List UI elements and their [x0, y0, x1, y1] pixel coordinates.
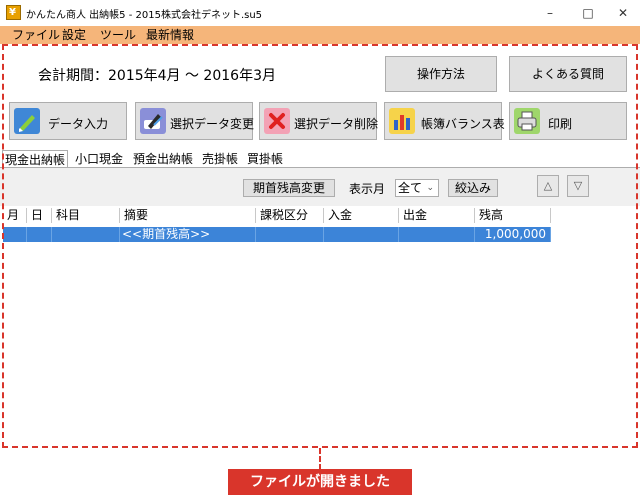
bar-chart-icon — [389, 108, 415, 134]
maximize-button[interactable]: □ — [568, 0, 608, 26]
tab-cash-book[interactable]: 現金出納帳 — [2, 150, 69, 168]
header-month[interactable]: 月 — [3, 208, 27, 223]
ledger-tabs: 現金出納帳 小口現金 預金出納帳 売掛帳 買掛帳 — [0, 148, 640, 168]
delete-x-icon — [264, 108, 290, 134]
edit-selected-label: 選択データ変更 — [170, 117, 255, 131]
delete-selected-button[interactable]: 選択データ削除 — [259, 102, 379, 140]
tab-deposit-book[interactable]: 預金出納帳 — [133, 150, 193, 168]
header-deposit[interactable]: 入金 — [324, 208, 399, 223]
cell-tax-category — [256, 227, 324, 242]
menu-bar: ファイル 設定 ツール 最新情報 — [0, 26, 640, 44]
caption-connector — [319, 448, 321, 470]
month-select[interactable]: 全て ⌄ — [395, 179, 439, 197]
data-entry-button[interactable]: データ入力 — [9, 102, 127, 140]
edit-data-icon — [140, 108, 166, 134]
close-button[interactable]: ✕ — [603, 0, 640, 26]
caption-label: ファイルが開きました — [228, 469, 412, 495]
display-month-label: 表示月 — [349, 182, 386, 196]
cell-deposit — [324, 227, 399, 242]
cell-day — [27, 227, 52, 242]
delete-selected-label: 選択データ削除 — [294, 117, 379, 131]
title-bar: ¥ かんたん商人 出納帳5 - 2015株式会社デネット.su5 – □ ✕ — [0, 0, 640, 26]
header-tax-category[interactable]: 課税区分 — [256, 208, 324, 223]
cell-account — [52, 227, 120, 242]
menu-tools[interactable]: ツール — [100, 27, 136, 43]
chevron-down-icon: ⌄ — [426, 183, 434, 193]
accounting-period: 会計期間：2015年4月 〜 2016年3月 — [38, 68, 276, 84]
edit-selected-button[interactable]: 選択データ変更 — [135, 102, 255, 140]
cell-balance: 1,000,000 — [475, 227, 551, 242]
table-row[interactable]: <<期首残高>> 1,000,000 — [3, 227, 551, 242]
print-button[interactable]: 印刷 — [509, 102, 627, 140]
menu-latest-info[interactable]: 最新情報 — [146, 27, 194, 43]
cell-withdrawal — [399, 227, 475, 242]
cell-month — [3, 227, 27, 242]
balance-table-button[interactable]: 帳簿バランス表 — [384, 102, 505, 140]
tab-payables[interactable]: 買掛帳 — [247, 150, 283, 168]
menu-file[interactable]: ファイル — [12, 27, 60, 43]
pencil-icon — [14, 108, 40, 134]
month-select-value: 全て — [398, 181, 423, 195]
tab-receivables[interactable]: 売掛帳 — [202, 150, 238, 168]
balance-table-label: 帳簿バランス表 — [421, 117, 505, 131]
header-balance[interactable]: 残高 — [475, 208, 551, 223]
grid-header-row: 月 日 科目 摘要 課税区分 入金 出金 残高 — [3, 208, 551, 223]
menu-settings[interactable]: 設定 — [62, 27, 86, 43]
minimize-button[interactable]: – — [530, 0, 570, 26]
how-to-button[interactable]: 操作方法 — [385, 56, 497, 92]
header-day[interactable]: 日 — [27, 208, 52, 223]
print-label: 印刷 — [548, 117, 573, 131]
header-description[interactable]: 摘要 — [120, 208, 256, 223]
move-down-button[interactable]: ▽ — [567, 175, 589, 197]
header-withdrawal[interactable]: 出金 — [399, 208, 475, 223]
move-up-button[interactable]: △ — [537, 175, 559, 197]
printer-icon — [514, 108, 540, 134]
filter-bar: 期首残高変更 表示月 全て ⌄ 絞込み △ ▽ — [0, 168, 640, 206]
faq-button[interactable]: よくある質問 — [509, 56, 627, 92]
narrow-down-button[interactable]: 絞込み — [448, 179, 498, 197]
opening-balance-button[interactable]: 期首残高変更 — [243, 179, 335, 197]
data-entry-label: データ入力 — [48, 117, 109, 131]
app-logo-icon: ¥ — [6, 5, 21, 20]
header-account[interactable]: 科目 — [52, 208, 120, 223]
window-title: かんたん商人 出納帳5 - 2015株式会社デネット.su5 — [26, 10, 263, 21]
cell-description: <<期首残高>> — [120, 227, 256, 242]
tab-petty-cash[interactable]: 小口現金 — [75, 150, 123, 168]
